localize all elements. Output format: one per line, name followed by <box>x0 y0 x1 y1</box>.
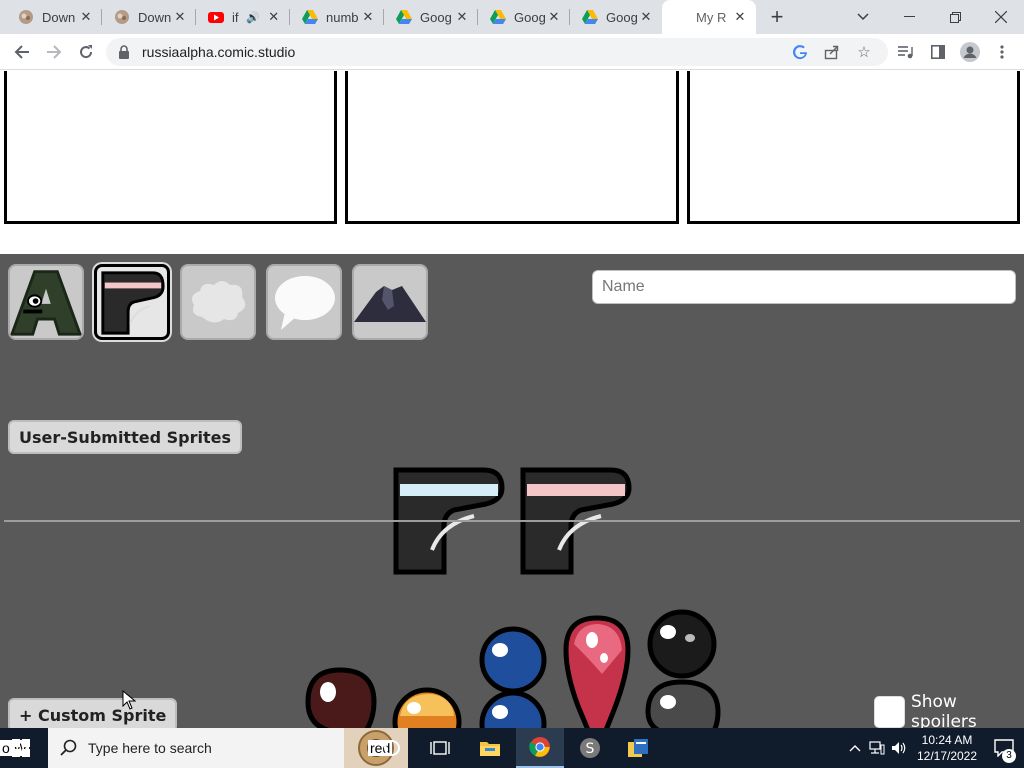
restore-button[interactable] <box>942 4 968 30</box>
tab-title: if <box>232 9 239 25</box>
browser-toolbar: russiaalpha.comic.studio ☆ <box>0 34 1024 70</box>
close-icon[interactable]: ✕ <box>360 9 376 25</box>
volume-icon[interactable] <box>888 728 910 768</box>
browser-tab[interactable]: Goog ✕ <box>570 0 662 34</box>
clock-date: 12/17/2022 <box>916 749 978 763</box>
bookmark-star-icon[interactable]: ☆ <box>854 42 874 62</box>
custom-sprite-button[interactable]: + Custom Sprite <box>8 698 178 728</box>
windows-start-icon[interactable] <box>12 739 30 762</box>
browser-tab-active[interactable]: My R ✕ <box>662 0 756 34</box>
windows-taskbar: o W Type here to search red S 10:24 AM 1… <box>0 728 1024 768</box>
file-explorer-icon[interactable] <box>466 728 514 768</box>
sprite-editor: User-Submitted Sprites <box>0 254 1024 728</box>
tab-title: Down <box>42 9 76 25</box>
task-view-icon[interactable] <box>416 728 464 768</box>
skype-style-app-icon[interactable]: S <box>566 728 614 768</box>
comic-panel-2[interactable] <box>345 71 679 224</box>
file-manager-app-icon[interactable] <box>614 728 662 768</box>
close-icon[interactable]: ✕ <box>546 9 562 25</box>
back-arrow-icon[interactable] <box>10 40 34 64</box>
tab-title: numb <box>326 9 359 25</box>
close-icon[interactable]: ✕ <box>732 9 748 25</box>
tab-title: Goog <box>606 9 638 25</box>
close-icon[interactable]: ✕ <box>172 9 188 25</box>
browser-tab[interactable]: Down ✕ <box>6 0 102 34</box>
taskbar-search-box[interactable]: Type here to search <box>48 728 408 768</box>
new-tab-button[interactable]: + <box>766 6 788 29</box>
close-icon[interactable]: ✕ <box>78 9 94 25</box>
youtube-icon <box>208 9 224 25</box>
lock-icon[interactable] <box>118 45 130 64</box>
search-icon <box>60 739 78 762</box>
volcano-backdrop-icon[interactable] <box>352 264 428 340</box>
tab-title: My R <box>696 9 727 25</box>
comic-strip <box>0 71 1024 254</box>
forward-arrow-icon[interactable] <box>42 40 66 64</box>
speaker-icon[interactable]: 🔊 <box>246 11 260 24</box>
notification-count-badge: 3 <box>1002 749 1016 763</box>
taskbar-clock[interactable]: 10:24 AM 12/17/2022 <box>910 732 984 764</box>
url-text[interactable]: russiaalpha.comic.studio <box>142 44 295 60</box>
network-icon[interactable] <box>866 728 888 768</box>
google-drive-icon <box>396 9 412 25</box>
chevron-up-icon[interactable] <box>844 728 866 768</box>
colon-sprite[interactable] <box>476 626 550 728</box>
close-window-button[interactable] <box>988 4 1014 30</box>
tab-search-chevron-icon[interactable] <box>850 4 876 30</box>
close-icon[interactable]: ✕ <box>266 9 282 25</box>
share-icon[interactable] <box>822 42 842 62</box>
tab-title: Down <box>138 9 172 25</box>
chrome-icon[interactable] <box>516 728 564 768</box>
roblox-icon <box>18 9 34 25</box>
google-drive-icon <box>302 9 318 25</box>
cortana-icon[interactable] <box>368 728 416 768</box>
name-input[interactable] <box>592 270 1016 304</box>
google-icon[interactable] <box>790 42 810 62</box>
close-icon[interactable]: ✕ <box>638 9 654 25</box>
profile-avatar-icon[interactable] <box>960 42 980 62</box>
side-panel-icon[interactable] <box>928 42 948 62</box>
letter-a-character-icon[interactable] <box>8 264 84 340</box>
user-submitted-sprites-button[interactable]: User-Submitted Sprites <box>8 420 242 454</box>
clock-time: 10:24 AM <box>921 733 973 747</box>
close-icon[interactable]: ✕ <box>454 9 470 25</box>
media-control-icon[interactable] <box>896 42 916 62</box>
browser-tab[interactable]: Goog ✕ <box>478 0 570 34</box>
comma-sprite[interactable] <box>304 666 378 728</box>
thought-bubble-icon[interactable] <box>180 264 256 340</box>
section-divider <box>4 520 1020 522</box>
tab-title: Goog <box>420 9 452 25</box>
show-spoilers-checkbox[interactable] <box>874 696 905 728</box>
roblox-icon <box>114 9 130 25</box>
google-drive-icon <box>582 9 598 25</box>
notification-center-icon[interactable]: 3 <box>984 728 1024 768</box>
system-tray: 10:24 AM 12/17/2022 3 <box>844 728 1024 768</box>
address-bar[interactable]: russiaalpha.comic.studio ☆ <box>106 38 888 66</box>
comic-panel-1[interactable] <box>4 71 337 224</box>
page-content: User-Submitted Sprites <box>0 71 1024 728</box>
browser-tab[interactable]: numb ✕ <box>290 0 384 34</box>
browser-tab[interactable]: Goog ✕ <box>384 0 478 34</box>
google-drive-icon <box>490 9 506 25</box>
more-menu-icon[interactable] <box>992 42 1012 62</box>
comic-panel-3[interactable] <box>687 71 1020 224</box>
browser-tab[interactable]: if 🔊 ✕ <box>196 0 290 34</box>
speech-bubble-icon[interactable] <box>266 264 342 340</box>
svg-text:S: S <box>586 741 595 757</box>
search-placeholder: Type here to search <box>88 740 212 756</box>
period-sprite[interactable] <box>390 686 464 728</box>
mouse-cursor-icon <box>122 690 136 710</box>
reload-icon[interactable] <box>74 40 98 64</box>
minimize-button[interactable] <box>896 4 922 30</box>
show-spoilers-toggle[interactable]: Show spoilers <box>874 692 1024 728</box>
browser-tab[interactable]: Down ✕ <box>102 0 196 34</box>
letter-r-character-icon[interactable] <box>94 264 170 340</box>
exclamation-sprite[interactable] <box>562 614 632 728</box>
show-spoilers-label: Show spoilers <box>910 692 977 728</box>
browser-tab-bar: Down ✕ Down ✕ if 🔊 ✕ numb ✕ Goog ✕ Goog … <box>0 0 1024 34</box>
semicolon-sprite[interactable] <box>644 608 722 728</box>
tab-title: Goog <box>514 9 546 25</box>
